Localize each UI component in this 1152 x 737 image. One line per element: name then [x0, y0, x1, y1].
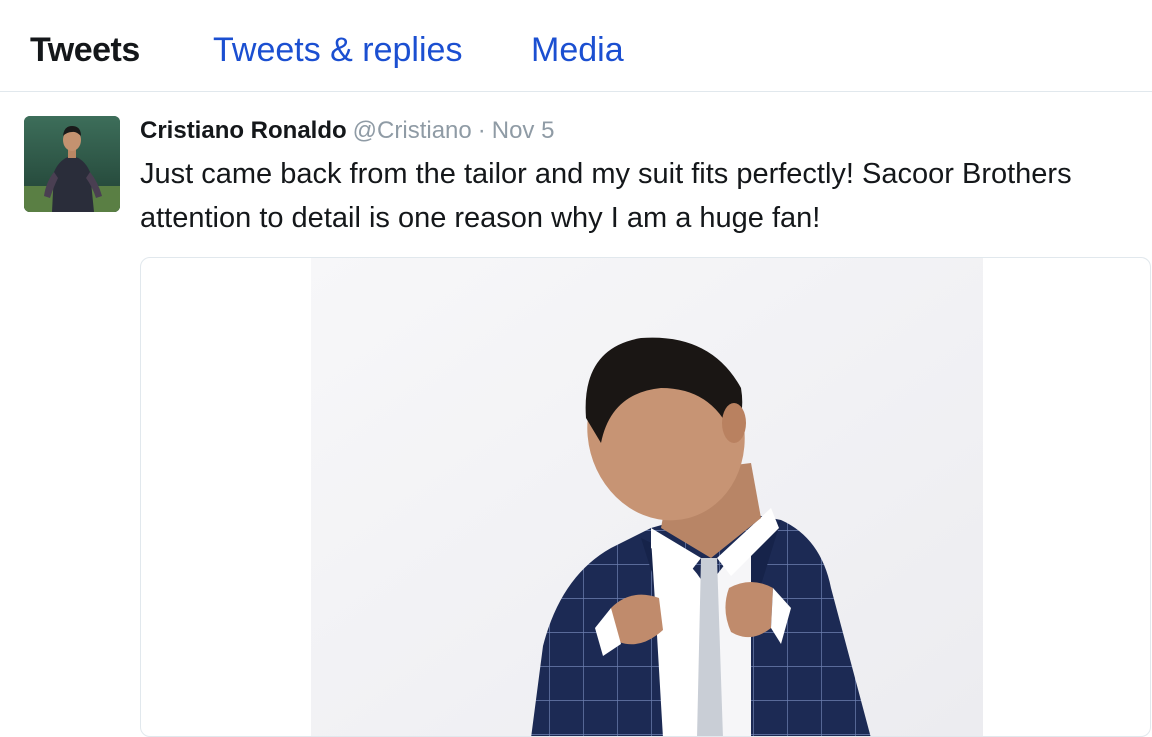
tweet-header: Cristiano Ronaldo @Cristiano · Nov 5	[140, 116, 554, 146]
separator-dot: ·	[477, 117, 486, 144]
tweet-photo	[311, 258, 983, 736]
tweet-text: Just came back from the tailor and my su…	[140, 158, 1072, 234]
tweet-date[interactable]: Nov 5	[492, 117, 555, 144]
author-handle[interactable]: @Cristiano	[353, 117, 472, 144]
author-name[interactable]: Cristiano Ronaldo	[140, 117, 347, 144]
man-in-suit-photo	[311, 258, 983, 736]
tab-tweets[interactable]: Tweets	[30, 28, 140, 72]
tab-tweets-and-replies[interactable]: Tweets & replies	[213, 28, 462, 72]
tweet-media-card[interactable]	[140, 257, 1151, 737]
tab-media[interactable]: Media	[531, 28, 624, 72]
avatar[interactable]	[24, 116, 120, 212]
avatar-photo	[24, 116, 120, 212]
profile-tabs: Tweets Tweets & replies Media	[0, 0, 1152, 92]
